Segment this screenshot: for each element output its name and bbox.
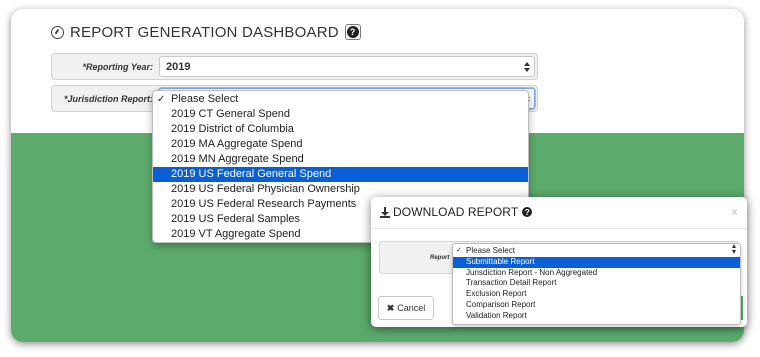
dropdown-option[interactable]: Exclusion Report: [453, 289, 740, 300]
option-label: 2019 VT Aggregate Spend: [171, 228, 301, 240]
dropdown-option[interactable]: 2019 MA Aggregate Spend: [153, 137, 528, 152]
page-title-text: REPORT GENERATION DASHBOARD: [70, 23, 339, 41]
download-icon: [380, 206, 390, 218]
dropdown-option[interactable]: ✓ Please Select: [453, 246, 740, 257]
checkmark-icon: ✓: [157, 94, 166, 105]
dropdown-option[interactable]: Transaction Detail Report: [453, 278, 740, 289]
cancel-button[interactable]: ✖ Cancel: [378, 296, 434, 320]
modal-header: DOWNLOAD REPORT ? ×: [371, 197, 747, 229]
modal-title: DOWNLOAD REPORT ?: [380, 205, 534, 219]
select-arrows-icon: [524, 61, 530, 72]
dropdown-option[interactable]: 2019 MN Aggregate Spend: [153, 152, 528, 167]
option-label: 2019 MA Aggregate Spend: [171, 138, 303, 150]
help-glyph: ?: [522, 207, 533, 217]
option-label: Please Select: [466, 246, 515, 255]
option-label: 2019 US Federal Research Payments: [171, 198, 357, 210]
help-icon[interactable]: ?: [344, 24, 361, 40]
close-icon[interactable]: ×: [731, 205, 738, 219]
reporting-year-row: *Reporting Year: 2019: [51, 53, 538, 80]
option-label: Please Select: [171, 93, 239, 105]
option-label: Exclusion Report: [466, 289, 527, 299]
option-label: Transaction Detail Report: [466, 278, 557, 288]
dropdown-option[interactable]: Submittable Report: [453, 256, 740, 268]
option-label: 2019 District of Columbia: [171, 123, 294, 135]
dropdown-option[interactable]: ✓ Please Select: [153, 92, 528, 107]
dropdown-option[interactable]: Comparison Report: [453, 300, 740, 311]
dropdown-option[interactable]: Validation Report: [453, 311, 740, 322]
dropdown-option[interactable]: 2019 US Federal General Spend: [153, 167, 528, 182]
dropdown-option[interactable]: 2019 District of Columbia: [153, 122, 528, 137]
dropdown-option[interactable]: 2019 US Federal Physician Ownership: [153, 182, 528, 197]
dropdown-option[interactable]: Jurisdiction Report - Non Aggregated: [453, 268, 740, 279]
page-title: REPORT GENERATION DASHBOARD ?: [51, 23, 361, 41]
reporting-year-value: 2019: [166, 60, 191, 73]
gauge-icon: [51, 25, 64, 39]
option-label: 2019 MN Aggregate Spend: [171, 153, 304, 165]
checkmark-icon: ✓: [456, 247, 462, 254]
option-label: 2019 US Federal Samples: [171, 213, 301, 225]
option-label: 2019 US Federal General Spend: [171, 168, 332, 180]
dropdown-option[interactable]: 2019 CT General Spend: [153, 107, 528, 122]
cancel-label: Cancel: [397, 303, 426, 313]
option-label: Jurisdiction Report - Non Aggregated: [466, 267, 598, 277]
jurisdiction-report-label: *Jurisdiction Report:: [63, 93, 153, 104]
report-type-dropdown: ✓ Please Select Submittable Report Jurisdic…: [452, 243, 741, 325]
report-label: Report: [430, 255, 450, 261]
option-label: Comparison Report: [466, 299, 536, 309]
option-label: 2019 CT General Spend: [171, 108, 291, 120]
modal-title-text: DOWNLOAD REPORT: [393, 205, 519, 219]
close-icon: ✖: [386, 302, 395, 313]
help-glyph: ?: [346, 26, 359, 38]
help-icon[interactable]: ?: [521, 206, 534, 218]
reporting-year-select[interactable]: 2019: [159, 56, 535, 77]
option-label: Submittable Report: [466, 256, 535, 266]
option-label: 2019 US Federal Physician Ownership: [171, 183, 360, 195]
option-label: Validation Report: [466, 310, 527, 320]
reporting-year-label: *Reporting Year:: [82, 61, 153, 72]
